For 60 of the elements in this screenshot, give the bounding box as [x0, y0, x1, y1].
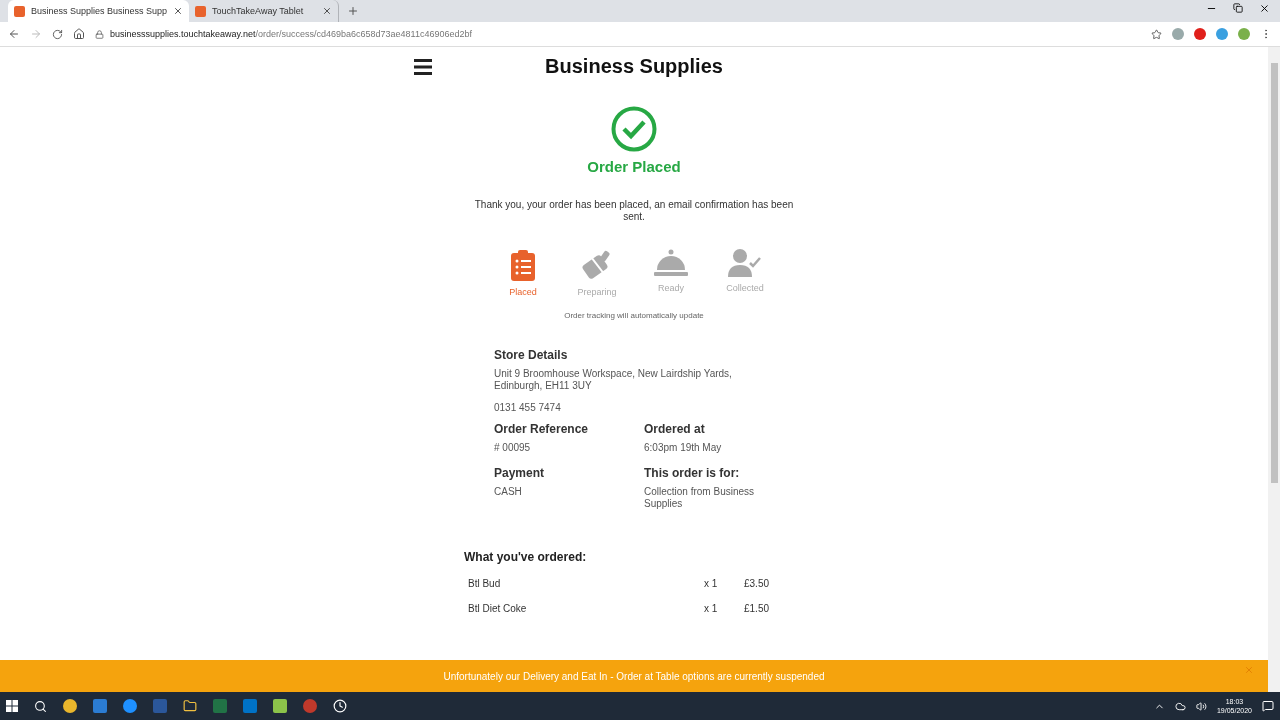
item-name: Btl Diet Coke [468, 603, 528, 614]
status-title: Order Placed [587, 158, 681, 175]
notification-icon[interactable] [1262, 700, 1274, 712]
item-name: Btl Bud [468, 578, 502, 589]
detail-value: 6:03pm 19th May [644, 442, 723, 454]
search-icon[interactable] [34, 699, 47, 713]
section-heading: Order Reference [494, 422, 590, 436]
favicon-icon [195, 5, 207, 17]
user-check-icon [728, 249, 762, 277]
item-quantity: x 1 [704, 578, 719, 589]
section-heading: Payment [494, 466, 546, 480]
confirmation-message: Thank you, your order has been placed, an email confirmation has been sent. [474, 199, 794, 223]
item-price: £3.50 [744, 578, 771, 589]
volume-icon[interactable] [1195, 700, 1207, 712]
step-label: Ready [658, 283, 684, 293]
favicon-icon [14, 5, 25, 17]
check-circle-icon [611, 106, 657, 152]
scrollbar[interactable] [1268, 47, 1280, 692]
extension-icon[interactable] [1216, 28, 1228, 40]
section-heading: This order is for: [644, 466, 741, 480]
browser-tab[interactable]: Business Supplies Business Supp [8, 0, 190, 22]
folder-icon[interactable] [183, 699, 197, 713]
notice-text: Unfortunately our Delivery and Eat In - Order at Table options are currently suspended [443, 670, 825, 682]
store-address: Unit 9 Broomhouse Workspace, New Lairdship Yards, Edinburgh, EH11 3UY [494, 368, 733, 392]
profile-avatar[interactable] [1238, 28, 1250, 40]
store-title: Business Supplies [544, 55, 724, 78]
extension-icon[interactable] [1194, 28, 1206, 40]
step-label: Collected [726, 283, 764, 293]
new-tab-icon[interactable] [347, 5, 360, 17]
section-heading: Store Details [494, 348, 569, 362]
lock-icon [95, 29, 104, 39]
detail-value: Collection from Business Supplies [644, 486, 756, 510]
detail-value: CASH [494, 486, 523, 498]
restore-icon[interactable] [1233, 2, 1243, 13]
windows-logo-icon[interactable] [6, 700, 18, 712]
star-icon[interactable] [1151, 28, 1162, 40]
clipboard-list-icon [510, 249, 536, 281]
store-phone: 0131 455 7474 [494, 402, 562, 414]
section-heading: Ordered at [644, 422, 706, 436]
item-quantity: x 1 [704, 603, 719, 614]
close-icon[interactable] [173, 6, 184, 16]
back-icon[interactable] [8, 28, 20, 40]
browser-tab[interactable]: TouchTakeAway Tablet [189, 0, 340, 22]
item-price: £1.50 [744, 603, 771, 614]
reload-icon[interactable] [52, 28, 63, 40]
section-heading: What you've ordered: [464, 550, 588, 564]
address-field[interactable]: businesssupplies.touchtakeaway.net/order/success/cd469ba6c658d73ae4811c46906ed2bf [95, 29, 1141, 39]
close-icon[interactable] [322, 6, 333, 16]
app-icon[interactable] [303, 699, 317, 713]
close-icon[interactable] [1259, 2, 1270, 14]
detail-value: # 00095 [494, 442, 532, 454]
bell-icon [654, 249, 688, 277]
step-label: Placed [509, 287, 537, 297]
cloud-icon[interactable] [1174, 700, 1186, 712]
home-icon[interactable] [73, 28, 85, 40]
app-icon[interactable] [123, 699, 137, 713]
menu-icon[interactable] [414, 58, 432, 75]
step-label: Preparing [577, 287, 617, 297]
clock-icon[interactable] [333, 699, 347, 713]
tracking-note: Order tracking will automatically update [564, 311, 704, 320]
